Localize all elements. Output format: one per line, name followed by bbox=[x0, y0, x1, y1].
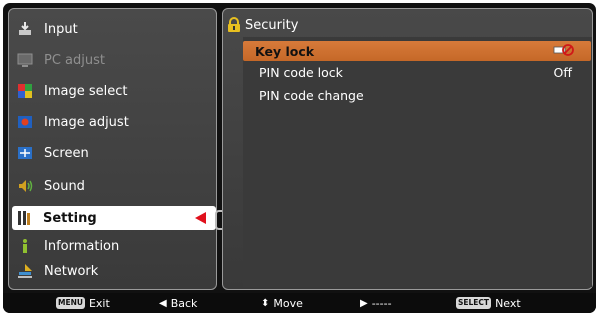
menu-item-label: Information bbox=[44, 238, 120, 254]
menu-item-label: Network bbox=[44, 263, 99, 279]
menu-item-information[interactable]: Information bbox=[13, 234, 214, 258]
menu-item-sound[interactable]: Sound bbox=[13, 174, 214, 198]
image-select-icon bbox=[17, 83, 33, 99]
menu-item-image-adjust[interactable]: Image adjust bbox=[13, 110, 214, 134]
menu-item-input[interactable]: Input bbox=[13, 17, 214, 41]
hint-next: SELECT Next bbox=[456, 296, 521, 310]
hint-exit-label: Exit bbox=[88, 296, 110, 310]
main-menu-panel: Input PC adjust Image select Image adjus… bbox=[8, 8, 217, 290]
submenu-row-label: Key lock bbox=[255, 43, 315, 59]
right-arrow-icon: ▶ bbox=[360, 297, 368, 309]
menu-item-network[interactable]: Network bbox=[13, 259, 214, 283]
hint-next-label: Next bbox=[495, 296, 521, 310]
hint-back: ◀ Back bbox=[159, 296, 197, 310]
submenu-title: Security bbox=[223, 15, 298, 35]
image-adjust-icon bbox=[17, 114, 33, 130]
menu-key-badge: MENU bbox=[56, 297, 85, 309]
hint-right: ▶ ----- bbox=[360, 296, 392, 310]
submenu-row-key-lock[interactable]: Key lock bbox=[243, 41, 591, 61]
submenu-row-label: PIN code change bbox=[259, 87, 364, 103]
menu-item-label: PC adjust bbox=[44, 52, 105, 68]
menu-item-pc-adjust[interactable]: PC adjust bbox=[13, 48, 214, 72]
menu-item-label: Image select bbox=[44, 83, 128, 99]
pc-adjust-icon bbox=[17, 52, 33, 68]
submenu-row-pin-code-change[interactable]: PIN code change bbox=[247, 85, 586, 105]
submenu-row-label: PIN code lock bbox=[259, 64, 343, 80]
menu-item-image-select[interactable]: Image select bbox=[13, 79, 214, 103]
submenu-panel: Security Key lock PIN code lock Off PIN … bbox=[222, 8, 593, 290]
menu-item-label: Sound bbox=[44, 178, 85, 194]
submenu-row-pin-code-lock[interactable]: PIN code lock Off bbox=[247, 62, 586, 82]
hint-move: ⬍ Move bbox=[261, 296, 303, 310]
information-icon bbox=[17, 238, 33, 254]
network-icon bbox=[17, 263, 33, 279]
footer-hints: MENU Exit ◀ Back ⬍ Move ▶ ----- SELECT N… bbox=[3, 293, 596, 313]
select-key-badge: SELECT bbox=[456, 297, 492, 309]
setting-icon bbox=[16, 210, 32, 226]
left-arrow-icon: ◀ bbox=[159, 297, 167, 309]
input-icon bbox=[17, 21, 33, 37]
projector-osd: Input PC adjust Image select Image adjus… bbox=[3, 3, 596, 313]
submenu-title-label: Security bbox=[245, 17, 299, 33]
menu-item-screen[interactable]: Screen bbox=[13, 141, 214, 165]
up-down-arrow-icon: ⬍ bbox=[261, 297, 270, 309]
key-lock-off-icon bbox=[553, 43, 575, 60]
menu-item-label: Setting bbox=[43, 210, 97, 226]
screen-icon bbox=[17, 145, 33, 161]
menu-item-label: Image adjust bbox=[44, 114, 129, 130]
selection-arrow-icon bbox=[195, 212, 206, 224]
submenu-list: Key lock PIN code lock Off PIN code chan… bbox=[243, 37, 592, 287]
hint-move-label: Move bbox=[273, 296, 303, 310]
hint-back-label: Back bbox=[170, 296, 198, 310]
lock-icon bbox=[226, 17, 242, 33]
menu-item-setting[interactable]: Setting bbox=[12, 206, 216, 230]
menu-item-label: Input bbox=[44, 21, 78, 37]
hint-right-label: ----- bbox=[371, 296, 392, 310]
submenu-row-value: Off bbox=[553, 64, 572, 80]
menu-item-label: Screen bbox=[44, 145, 89, 161]
hint-exit: MENU Exit bbox=[56, 296, 110, 310]
sound-icon bbox=[17, 178, 33, 194]
